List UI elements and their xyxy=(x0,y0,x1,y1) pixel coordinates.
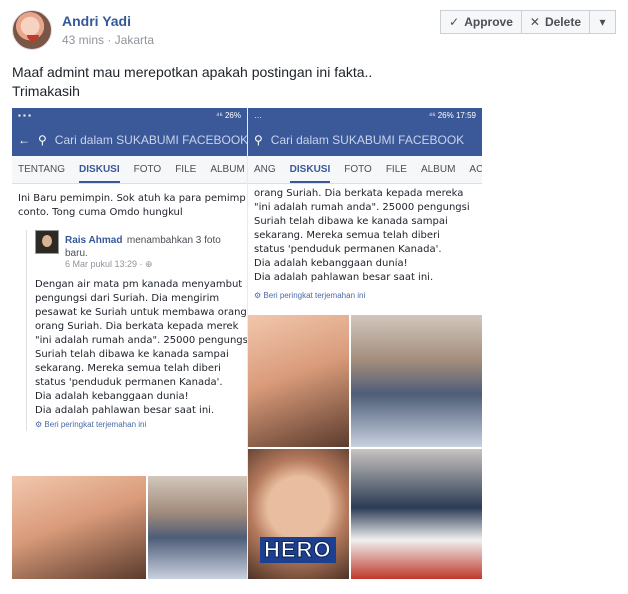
search-icon: ⚲ xyxy=(38,132,47,147)
search-placeholder: Cari dalam SUKABUMI FACEBOOK xyxy=(54,132,247,147)
group-tabs: ANG DISKUSI FOTO FILE ALBUM AC xyxy=(248,156,482,184)
photo-tile xyxy=(148,476,247,579)
author-name[interactable]: Andri Yadi xyxy=(62,13,131,29)
notification-icons: ▪ ▪ ▪ xyxy=(18,111,31,120)
attached-image[interactable]: ▪ ▪ ▪ ⁴⁶ 26% ← ⚲ Cari dalam SUKABUMI FAC… xyxy=(12,108,482,579)
close-icon: ✕ xyxy=(529,15,540,29)
photo-tile xyxy=(351,449,482,579)
moderation-actions: ✓ Approve ✕ Delete ▾ xyxy=(440,10,616,34)
phone-screenshot-left: ▪ ▪ ▪ ⁴⁶ 26% ← ⚲ Cari dalam SUKABUMI FAC… xyxy=(12,108,247,579)
tab-discussion: DISKUSI xyxy=(79,164,120,183)
translated-quote: Dengan air mata pm kanada menyambut peng… xyxy=(35,270,247,418)
status-bar: ▪ ▪ ▪ ⁴⁶ 26% xyxy=(12,108,247,123)
quote-line: sekarang. Mereka semua telah diberi xyxy=(35,363,221,374)
post-text: Maaf admint mau merepotkan apakah postin… xyxy=(12,63,372,101)
tab-albums: ALBUM xyxy=(420,164,456,175)
quote-line: Dengan air mata pm kanada menyambut xyxy=(35,279,243,290)
chevron-down-icon: ▾ xyxy=(599,15,606,29)
quote-line: "ini adalah rumah anda". 25000 pengungsi xyxy=(254,202,470,213)
photo-tile xyxy=(351,315,482,447)
notification-icons: … xyxy=(254,111,262,120)
status-right: ⁴⁶ 26% 17:59 xyxy=(428,111,476,120)
quote-line: Suriah telah dibawa ke kanada sampai xyxy=(35,349,229,360)
quote-line: status 'penduduk permanen Kanada'. xyxy=(35,377,223,388)
tab-photos: FOTO xyxy=(133,164,162,175)
delete-button[interactable]: ✕ Delete xyxy=(521,10,590,34)
quote-line: orang Suriah. Dia berkata kepada merek xyxy=(35,321,239,332)
post-text-line: Trimakasih xyxy=(12,83,80,99)
post-body: Ini Baru pemimpin. Sok atuh ka para pemi… xyxy=(12,184,247,224)
gear-icon: ⚙ xyxy=(35,420,43,429)
quote-line: Dia adalah kebanggaan dunia! xyxy=(254,258,408,269)
search-placeholder: Cari dalam SUKABUMI FACEBOOK xyxy=(270,132,465,147)
post-meta: 43 mins · Jakarta xyxy=(62,33,155,47)
sharer-action-cont: baru. xyxy=(65,248,88,259)
quote-line: Suriah telah dibawa ke kanada sampai xyxy=(254,216,448,227)
photo-tile xyxy=(248,315,349,447)
quote-line: "ini adalah rumah anda". 25000 pengungs xyxy=(35,335,247,346)
sharer-action: menambahkan 3 foto xyxy=(126,235,221,246)
sharer-avatar xyxy=(35,230,59,254)
shared-post: Rais Ahmad menambahkan 3 foto baru. 6 Ma… xyxy=(26,230,247,431)
sharer-time: 6 Mar pukul 13:29 · ⊕ xyxy=(65,259,153,269)
rate-translation: ⚙ Beri peringkat terjemahan ini xyxy=(248,289,482,302)
quote-line: pesawat ke Suriah untuk membawa orang xyxy=(35,307,247,318)
phone-screenshot-right: … ⁴⁶ 26% 17:59 ⚲ Cari dalam SUKABUMI FAC… xyxy=(247,108,482,579)
status-bar: … ⁴⁶ 26% 17:59 xyxy=(248,108,482,123)
quote-line: pengungsi dari Suriah. Dia mengirim xyxy=(35,293,220,304)
quote-line: orang Suriah. Dia berkata kepada mereka xyxy=(254,188,464,199)
search-icon: ⚲ xyxy=(254,132,263,147)
tab-about: ANG xyxy=(254,164,276,175)
more-options-button[interactable]: ▾ xyxy=(590,10,616,34)
author-avatar[interactable] xyxy=(12,10,52,50)
approve-label: Approve xyxy=(464,15,513,29)
post-text-line: Maaf admint mau merepotkan apakah postin… xyxy=(12,64,373,80)
tab-albums: ALBUM xyxy=(210,164,245,175)
tab-discussion: DISKUSI xyxy=(289,164,331,183)
gear-icon: ⚙ xyxy=(254,291,262,300)
tab-more: AC xyxy=(469,164,482,175)
tab-photos: FOTO xyxy=(344,164,372,175)
checkmark-icon: ✓ xyxy=(449,15,460,29)
body-line: Ini Baru pemimpin. Sok atuh ka para pemi… xyxy=(18,193,246,204)
post-header: Andri Yadi 43 mins · Jakarta ✓ Approve ✕… xyxy=(12,10,616,56)
quote-line: sekarang. Mereka semua telah diberi xyxy=(254,230,440,241)
status-right: ⁴⁶ 26% xyxy=(216,111,241,120)
search-bar: ← ⚲ Cari dalam SUKABUMI FACEBOOK xyxy=(12,123,247,156)
rate-translation-label: Beri peringkat terjemahan ini xyxy=(44,420,147,429)
hero-caption: HERO xyxy=(260,537,336,563)
group-tabs: TENTANG DISKUSI FOTO FILE ALBUM xyxy=(12,156,247,184)
photo-tile-hero: HERO xyxy=(248,449,349,579)
tab-files: FILE xyxy=(385,164,407,175)
back-arrow-icon: ← xyxy=(18,132,30,147)
quote-line: status 'penduduk permanen Kanada'. xyxy=(254,244,442,255)
quote-line: Dia adalah pahlawan besar saat ini. xyxy=(254,272,434,283)
translated-quote: orang Suriah. Dia berkata kepada mereka … xyxy=(248,184,482,289)
sharer-header: Rais Ahmad menambahkan 3 foto baru. 6 Ma… xyxy=(35,230,241,270)
sharer-name: Rais Ahmad xyxy=(65,235,123,246)
search-bar: ⚲ Cari dalam SUKABUMI FACEBOOK xyxy=(248,123,482,156)
quote-line: Dia adalah kebanggaan dunia! xyxy=(35,391,189,402)
body-line: conto. Tong cuma Omdo hungkul xyxy=(18,207,183,218)
rate-translation: ⚙ Beri peringkat terjemahan ini xyxy=(35,418,241,431)
tab-about: TENTANG xyxy=(18,164,66,175)
approve-button[interactable]: ✓ Approve xyxy=(440,10,522,34)
rate-translation-label: Beri peringkat terjemahan ini xyxy=(263,291,366,300)
quote-line: Dia adalah pahlawan besar saat ini. xyxy=(35,405,215,416)
delete-label: Delete xyxy=(544,15,581,29)
tab-files: FILE xyxy=(175,164,197,175)
photo-tile xyxy=(12,476,146,579)
